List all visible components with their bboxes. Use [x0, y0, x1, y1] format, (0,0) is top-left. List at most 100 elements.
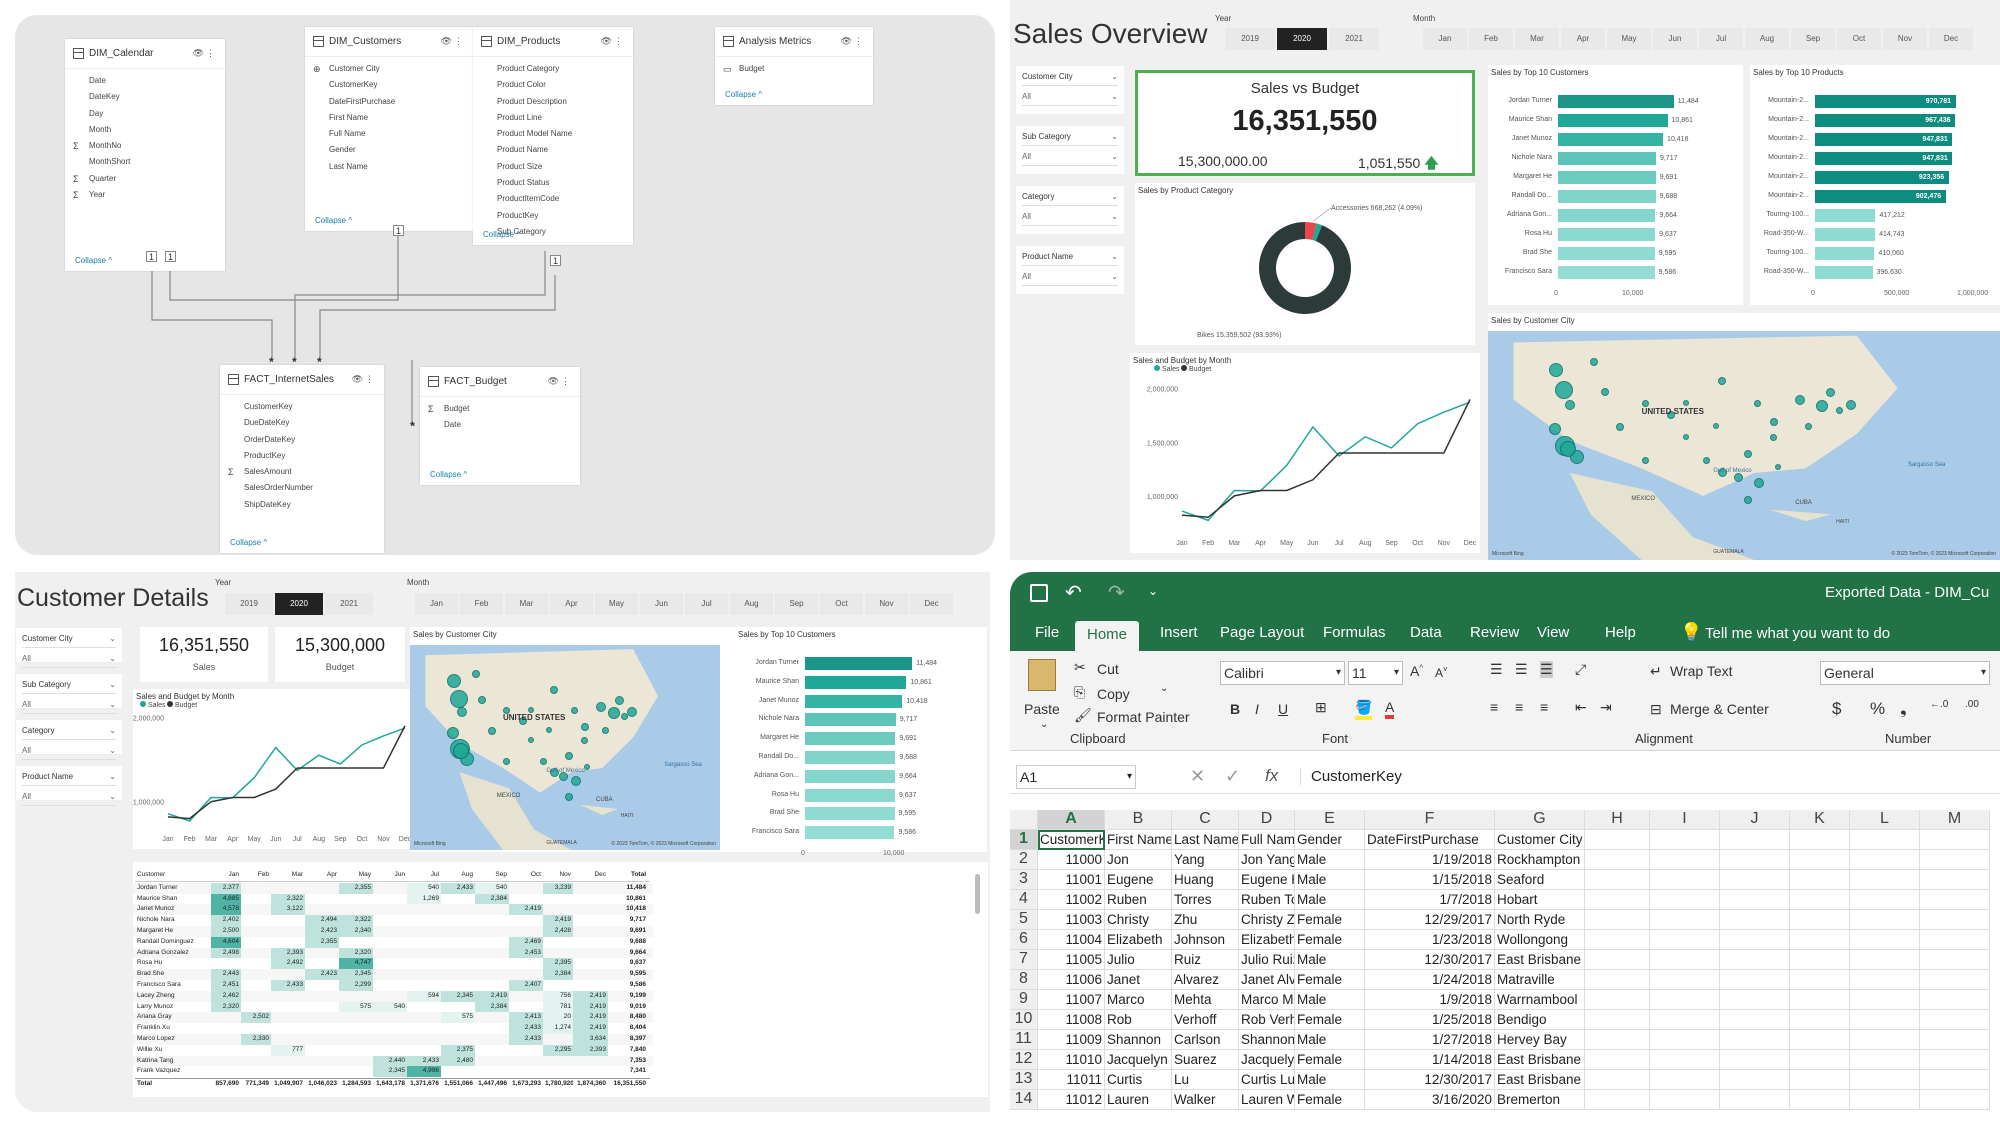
column-header-l[interactable]: L	[1850, 810, 1920, 830]
grid-cell[interactable]	[1585, 850, 1650, 870]
grid-cell[interactable]: Curtis Lu	[1239, 1070, 1295, 1090]
grid-cell[interactable]	[1650, 1070, 1720, 1090]
month-button-apr[interactable]: Apr	[1561, 28, 1605, 50]
bar-row[interactable]: Nichole Nara 9,717	[1488, 152, 1748, 165]
grid-cell[interactable]	[1720, 1090, 1790, 1110]
grid-cell[interactable]	[1920, 870, 1990, 890]
month-button-dec[interactable]: Dec	[1929, 28, 1973, 50]
grid-cell[interactable]	[1790, 930, 1850, 950]
sales-vs-budget-card[interactable]: Sales vs Budget 16,351,550 15,300,000.00…	[1135, 70, 1475, 176]
map-city-marker[interactable]	[1769, 434, 1777, 442]
map-city-marker[interactable]	[1616, 422, 1624, 431]
grid-cell[interactable]	[1720, 1050, 1790, 1070]
grid-cell[interactable]: Johnson	[1172, 930, 1239, 950]
grid-cell[interactable]	[1585, 970, 1650, 990]
tab-data[interactable]: Data	[1410, 624, 1442, 641]
grid-cell[interactable]: 11001	[1038, 870, 1105, 890]
grid-cell[interactable]: Christy Zhu	[1239, 910, 1295, 930]
grid-cell[interactable]	[1790, 950, 1850, 970]
grid-cell[interactable]: Ruiz	[1172, 950, 1239, 970]
month-button-jul[interactable]: Jul	[1699, 28, 1743, 50]
sales-card[interactable]: 16,351,550 Sales	[140, 627, 268, 682]
month-button-sep[interactable]: Sep	[775, 593, 818, 615]
row-header[interactable]: 1	[1010, 830, 1038, 850]
bar-row[interactable]: Jordan Turner 11,484	[1488, 95, 1748, 108]
grid-cell[interactable]: Female	[1295, 970, 1365, 990]
grid-cell[interactable]: 11007	[1038, 990, 1105, 1010]
row-header[interactable]: 12	[1010, 1050, 1038, 1070]
name-box[interactable]: A1 ▾	[1016, 765, 1136, 789]
grid-cell[interactable]	[1650, 1030, 1720, 1050]
paste-dropdown-icon[interactable]: ⌄	[1040, 719, 1048, 730]
header-cell[interactable]: DateFirstPurchase	[1365, 830, 1495, 850]
number-format-select[interactable]: General ▾	[1820, 661, 1990, 685]
table-field[interactable]: Product Size	[473, 159, 633, 175]
year-button-2021[interactable]: 2021	[325, 593, 373, 615]
grid-cell[interactable]	[1790, 1090, 1850, 1110]
eye-icon[interactable]: 👁⋮	[352, 374, 376, 385]
collapse-link[interactable]: Collapse ^	[725, 90, 762, 99]
bar-row[interactable]: Mountain-2... 923,356	[1750, 171, 2000, 184]
grid-cell[interactable]: Female	[1295, 1090, 1365, 1110]
table-field[interactable]: DateKey	[65, 89, 225, 105]
header-cell[interactable]	[1790, 830, 1850, 850]
tab-insert[interactable]: Insert	[1160, 624, 1198, 641]
grid-cell[interactable]	[1720, 1030, 1790, 1050]
bar-row[interactable]: Nichole Nara 9,717	[735, 713, 990, 727]
grid-cell[interactable]	[1920, 850, 1990, 870]
bar-row[interactable]: Maurice Shan 10,861	[1488, 114, 1748, 127]
grid-cell[interactable]: 12/30/2017	[1365, 1070, 1495, 1090]
eye-icon[interactable]: 👁⋮	[193, 48, 217, 59]
customer-city-map-card[interactable]: Sales by Customer City UNITED STATES MEXI…	[410, 627, 745, 852]
row-header[interactable]: 3	[1010, 870, 1038, 890]
grid-cell[interactable]: Marco Mehta	[1239, 990, 1295, 1010]
grid-cell[interactable]: Lauren	[1105, 1090, 1172, 1110]
bar[interactable]	[1558, 247, 1655, 260]
grid-cell[interactable]: 11009	[1038, 1030, 1105, 1050]
product-category-donut-card[interactable]: Sales by Product Category Accessories 66…	[1135, 183, 1475, 345]
map-city-marker[interactable]	[1713, 422, 1720, 429]
table-field[interactable]: Date	[65, 73, 225, 89]
bar-row[interactable]: Mountain-2... 967,436	[1750, 114, 2000, 127]
cut-button[interactable]: Cut	[1097, 661, 1119, 677]
map-city-marker[interactable]	[472, 669, 480, 678]
table-field[interactable]: ProductItemCode	[473, 191, 633, 207]
grid-cell[interactable]	[1850, 870, 1920, 890]
undo-icon[interactable]: ↶	[1065, 580, 1082, 605]
grid-cell[interactable]: Seaford	[1495, 870, 1585, 890]
collapse-link[interactable]: Collapse ^	[230, 538, 267, 547]
bar[interactable]	[1558, 114, 1668, 127]
map-city-marker[interactable]	[1703, 456, 1711, 464]
grid-cell[interactable]: Lauren Walker	[1239, 1090, 1295, 1110]
grid-cell[interactable]	[1920, 930, 1990, 950]
table-field[interactable]: Product Name	[473, 142, 633, 158]
bar-row[interactable]: Janet Munoz 10,418	[1488, 133, 1748, 146]
bar-row[interactable]: Road-350-W... 414,743	[1750, 228, 2000, 241]
table-field[interactable]: Σ SalesAmount	[220, 464, 384, 480]
map-city-marker[interactable]	[487, 727, 496, 735]
column-header-j[interactable]: J	[1720, 810, 1790, 830]
grid-cell[interactable]	[1585, 930, 1650, 950]
budget-card[interactable]: 15,300,000 Budget	[275, 627, 405, 682]
align-left-icon[interactable]: ≡	[1490, 699, 1498, 715]
month-button-nov[interactable]: Nov	[865, 593, 908, 615]
grid-cell[interactable]	[1850, 1010, 1920, 1030]
model-table[interactable]: DIM_Calendar 👁⋮ Date DateKey Day Month Σ MonthN…	[65, 39, 225, 271]
row-header[interactable]: 14	[1010, 1090, 1038, 1110]
column-header-i[interactable]: I	[1650, 810, 1720, 830]
grid-cell[interactable]	[1790, 870, 1850, 890]
bar-row[interactable]: Randall Do... 9,688	[1488, 190, 1748, 203]
map-city-marker[interactable]	[1836, 406, 1844, 414]
grid-cell[interactable]: 11006	[1038, 970, 1105, 990]
table-field[interactable]: SalesOrderNumber	[220, 480, 384, 496]
header-cell[interactable]	[1585, 830, 1650, 850]
slicer-category[interactable]: Category All	[1015, 185, 1125, 235]
map-city-marker[interactable]	[1600, 388, 1609, 397]
table-field[interactable]: Date	[420, 417, 580, 433]
bar-row[interactable]: Margaret He 9,691	[1488, 171, 1748, 184]
comma-button[interactable]: ❟	[1900, 699, 1907, 719]
grid-cell[interactable]	[1850, 890, 1920, 910]
sales-budget-line-card[interactable]: Sales and Budget by Month Sales Budget 2,0…	[1130, 353, 1480, 553]
month-button-jun[interactable]: Jun	[1653, 28, 1697, 50]
slicer-value[interactable]: All	[22, 654, 116, 668]
